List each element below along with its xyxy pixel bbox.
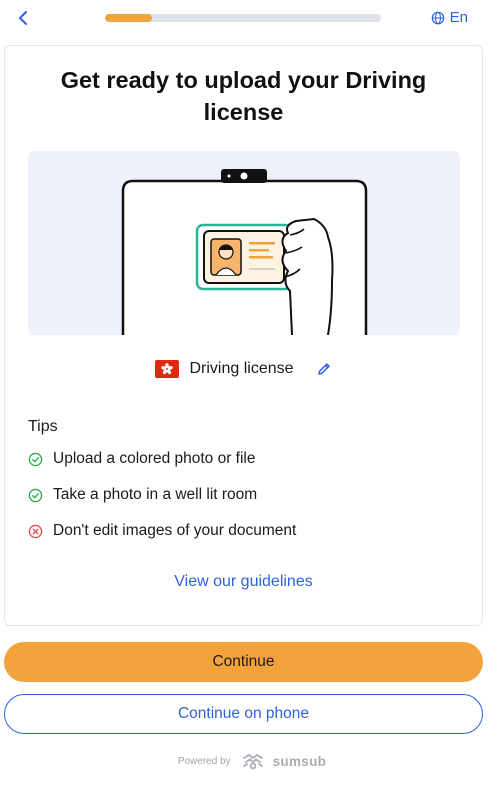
- sumsub-brand: sumsub: [272, 753, 327, 769]
- hong-kong-flag-icon: [155, 360, 180, 378]
- globe-icon: [431, 11, 444, 24]
- x-circle-icon: [28, 524, 43, 538]
- tip-item: Don't edit images of your document: [28, 522, 296, 540]
- tip-text: Don't edit images of your document: [53, 522, 297, 539]
- tip-text: Upload a colored photo or file: [53, 450, 256, 467]
- pencil-icon[interactable]: [316, 361, 332, 377]
- phone-scan-illustration: [121, 169, 368, 335]
- tip-item: Take a photo in a well lit room: [28, 486, 257, 504]
- tips-heading: Tips: [28, 418, 58, 435]
- document-type-row: Driving license: [5, 360, 482, 378]
- document-illustration: [28, 151, 460, 335]
- page-title: Get ready to upload your Driving license: [60, 67, 427, 125]
- back-button[interactable]: [14, 8, 34, 28]
- bauhinia-icon: [161, 363, 174, 375]
- view-guidelines-link[interactable]: View our guidelines: [5, 573, 482, 591]
- top-bar: En: [0, 0, 504, 40]
- progress-fill: [105, 14, 152, 22]
- check-circle-icon: [28, 488, 43, 502]
- language-selector[interactable]: En: [431, 9, 468, 26]
- chevron-left-icon: [19, 11, 27, 25]
- tip-item: Upload a colored photo or file: [28, 450, 256, 468]
- powered-by-label: Powered by: [177, 755, 231, 767]
- language-label: En: [449, 9, 468, 26]
- powered-by-footer: Powered by sumsub: [0, 752, 504, 770]
- check-circle-icon: [28, 452, 43, 466]
- sumsub-logo-icon: [242, 753, 263, 770]
- continue-on-phone-button[interactable]: Continue on phone: [4, 694, 483, 734]
- continue-button[interactable]: Continue: [4, 642, 483, 682]
- progress-bar: [105, 14, 381, 22]
- tip-text: Take a photo in a well lit room: [53, 486, 258, 503]
- document-type-label: Driving license: [189, 360, 294, 377]
- document-card: Get ready to upload your Driving license: [4, 45, 483, 626]
